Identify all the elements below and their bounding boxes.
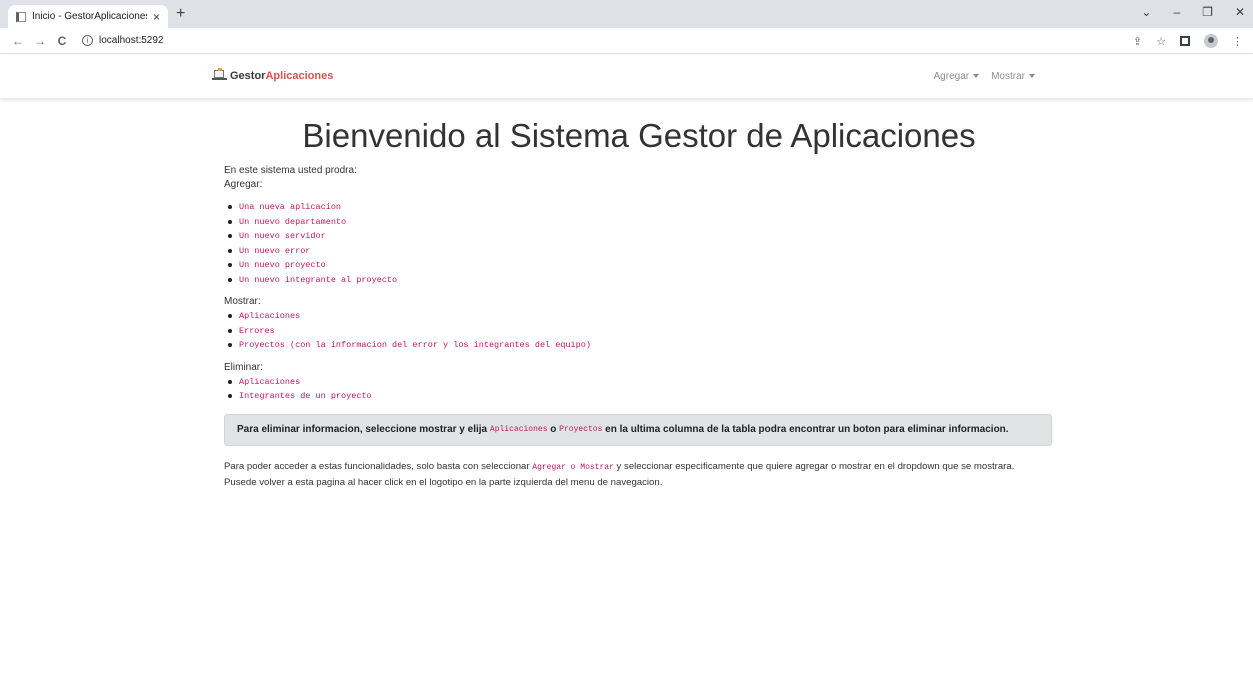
alert-text-3: en la ultima columna de la tabla podra e…	[602, 424, 1009, 435]
close-tab-icon[interactable]: ×	[153, 10, 160, 24]
list-item: Integrantes de un proyecto	[228, 389, 1054, 404]
profile-avatar[interactable]	[1204, 34, 1218, 48]
nav-menu: Agregar Mostrar	[934, 71, 1035, 82]
logo-icon	[212, 68, 228, 83]
browser-menu-icon[interactable]: ⋮	[1232, 35, 1243, 48]
help-paragraph: Para poder acceder a estas funcionalidad…	[224, 459, 1054, 490]
brand-logo-link[interactable]: Gestor Aplicaciones	[212, 68, 333, 83]
mostrar-label: Mostrar:	[224, 296, 261, 307]
page-title: Bienvenido al Sistema Gestor de Aplicaci…	[302, 117, 976, 154]
list-item: Errores	[228, 324, 1054, 339]
site-info-icon[interactable]: i	[82, 35, 93, 46]
agregar-label: Agregar:	[224, 179, 263, 190]
list-item: Un nuevo integrante al proyecto	[228, 273, 1054, 288]
help-text-2: y seleccionar especificamente que quiere…	[613, 460, 1015, 472]
list-item: Una nueva aplicacion	[228, 200, 1054, 215]
window-controls: ⌄ – ❐ ✕	[1141, 5, 1245, 19]
close-window-button[interactable]: ✕	[1235, 5, 1245, 19]
agregar-list: Una nueva aplicacion Un nuevo departamen…	[228, 200, 1054, 287]
help-text-3: Pusede volver a esta pagina al hacer cli…	[224, 476, 663, 488]
main-content: Bienvenido al Sistema Gestor de Aplicaci…	[224, 108, 1054, 490]
browser-tab[interactable]: Inicio - GestorAplicaciones ×	[8, 5, 168, 28]
browser-tab-strip: Inicio - GestorAplicaciones × + ⌄ – ❐ ✕	[0, 0, 1253, 28]
share-icon[interactable]: ⇪	[1133, 35, 1142, 48]
alert-code-proyectos: Proyectos	[559, 425, 603, 434]
help-code: Agregar o Mostrar	[532, 462, 614, 472]
info-alert: Para eliminar informacion, seleccione mo…	[224, 413, 1052, 446]
eliminar-label: Eliminar:	[224, 361, 263, 373]
list-item: Un nuevo error	[228, 244, 1054, 259]
side-panel-icon[interactable]	[1180, 36, 1190, 46]
alert-code-aplicaciones: Aplicaciones	[489, 425, 548, 434]
back-button[interactable]: ←	[8, 34, 28, 48]
caret-down-icon	[973, 74, 980, 79]
list-item: Un nuevo servidor	[228, 229, 1054, 244]
tab-search-icon[interactable]: ⌄	[1141, 5, 1151, 19]
nav-mostrar-dropdown[interactable]: Mostrar	[991, 71, 1035, 82]
bookmark-star-icon[interactable]: ☆	[1156, 35, 1166, 48]
intro-text: En este sistema usted prodra:	[224, 165, 357, 176]
address-bar[interactable]: i localhost:5292	[82, 35, 164, 46]
alert-text-2: o	[547, 424, 560, 435]
browser-toolbar: ← → C i localhost:5292 ⇪ ☆ ⋮	[0, 28, 1253, 54]
url-text: localhost:5292	[99, 35, 164, 46]
alert-text-1: Para eliminar informacion, seleccione mo…	[237, 424, 490, 435]
eliminar-list: Aplicaciones Integrantes de un proyecto	[228, 375, 1054, 404]
minimize-button[interactable]: –	[1173, 5, 1180, 19]
list-item: Un nuevo proyecto	[228, 258, 1054, 273]
favicon-icon	[16, 11, 26, 22]
mostrar-list: Aplicaciones Errores Proyectos (con la i…	[228, 309, 1054, 353]
brand-name-part1: Gestor	[230, 69, 266, 82]
forward-button[interactable]: →	[30, 34, 50, 48]
new-tab-button[interactable]: +	[176, 5, 185, 23]
help-text-1: Para poder acceder a estas funcionalidad…	[224, 460, 533, 472]
brand-name-part2: Aplicaciones	[265, 69, 334, 82]
caret-down-icon	[1029, 74, 1035, 79]
list-item: Proyectos (con la informacion del error …	[228, 338, 1054, 353]
site-navbar: Gestor Aplicaciones Agregar Mostrar	[0, 55, 1253, 99]
restore-button[interactable]: ❐	[1202, 5, 1213, 19]
tab-title: Inicio - GestorAplicaciones	[32, 11, 147, 22]
list-item: Aplicaciones	[228, 375, 1054, 390]
reload-button[interactable]: C	[52, 34, 72, 48]
toolbar-actions: ⇪ ☆ ⋮	[1133, 34, 1243, 48]
list-item: Aplicaciones	[228, 309, 1054, 324]
nav-mostrar-label: Mostrar	[991, 71, 1025, 82]
list-item: Un nuevo departamento	[228, 215, 1054, 230]
nav-agregar-label: Agregar	[933, 71, 970, 82]
nav-agregar-dropdown[interactable]: Agregar	[934, 71, 980, 82]
